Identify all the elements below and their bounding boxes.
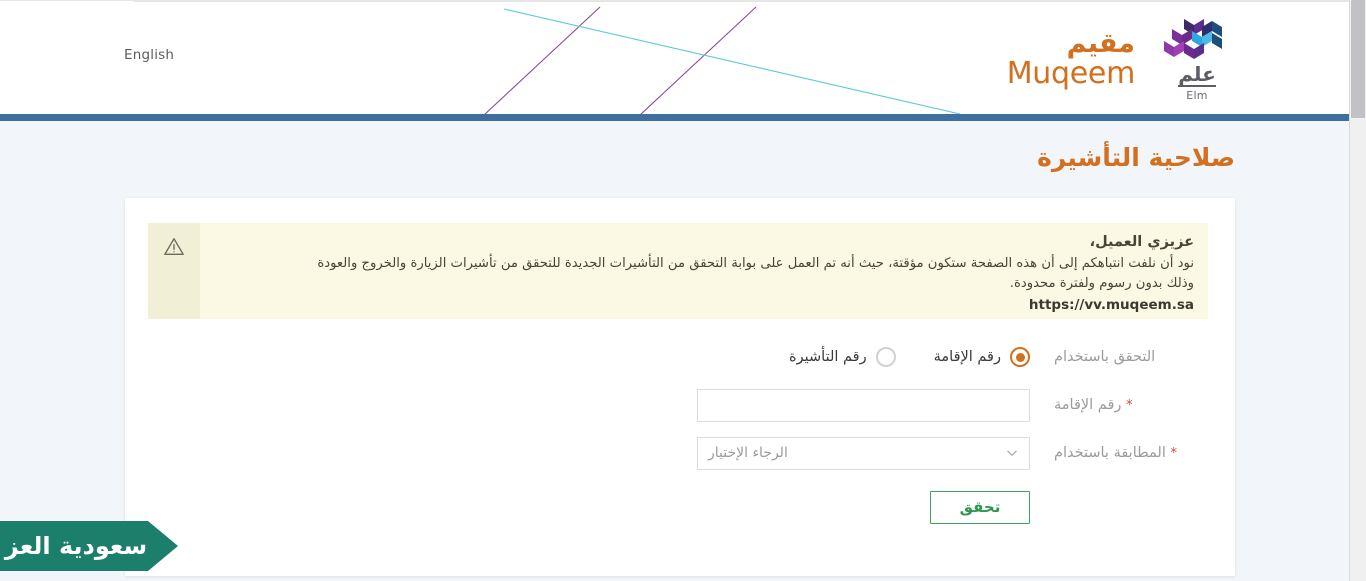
alert-portal-url[interactable]: https://vv.muqeem.sa	[214, 297, 1194, 313]
watermark-text: سعودية العز	[4, 532, 148, 560]
verify-by-radio-group: رقم الإقامة رقم التأشيرة	[697, 347, 1030, 367]
page-scrollbar[interactable]	[1349, 0, 1366, 581]
radio-label-iqama: رقم الإقامة	[933, 349, 1001, 365]
radio-option-iqama[interactable]: رقم الإقامة	[934, 347, 1030, 367]
match-by-select[interactable]: الرجاء الإختيار	[697, 436, 1030, 470]
match-by-label-text: المطابقة باستخدام	[1054, 445, 1166, 461]
browser-viewport: English مقيم Muqeem علم Elm صلاحية التأش…	[0, 0, 1366, 581]
elm-logo[interactable]: علم Elm	[1153, 17, 1241, 102]
verify-button[interactable]: تحقق	[930, 490, 1030, 524]
form-row-iqama-number: * رقم الإقامة	[125, 381, 1235, 429]
site-header: English مقيم Muqeem علم Elm	[0, 0, 1349, 114]
match-by-label: * المطابقة باستخدام	[1030, 445, 1235, 461]
visa-validity-card: عزيزي العميل، نود أن نلفت انتباهكم إلى أ…	[125, 198, 1235, 576]
iqama-required-asterisk: *	[1126, 398, 1133, 413]
page-scrollbar-thumb[interactable]	[1351, 0, 1365, 118]
muqeem-logo[interactable]: مقيم Muqeem	[1006, 28, 1136, 91]
match-by-required-asterisk: *	[1170, 446, 1177, 461]
match-by-selected-value: الرجاء الإختيار	[708, 445, 788, 461]
alert-line-2: وذلك بدون رسوم ولفترة محدودة.	[1009, 276, 1194, 292]
match-by-select-wrap: الرجاء الإختيار	[697, 436, 1030, 470]
chevron-down-icon	[1007, 450, 1017, 456]
muqeem-logo-arabic: مقيم	[1066, 28, 1135, 59]
page-title: صلاحية التأشيرة	[1037, 143, 1235, 172]
radio-indicator-iqama[interactable]	[1010, 347, 1030, 367]
radio-label-visa: رقم التأشيرة	[789, 349, 867, 365]
iqama-input-container	[697, 388, 1030, 422]
muqeem-logo-english: Muqeem	[1006, 56, 1136, 91]
radio-indicator-visa[interactable]	[875, 347, 896, 367]
elm-logo-english: Elm	[1186, 89, 1208, 102]
warning-triangle-icon	[164, 238, 184, 256]
iqama-number-input[interactable]	[697, 388, 1030, 422]
visa-validity-form: التحقق باستخدام رقم الإقامة رقم التأشيرة	[125, 333, 1235, 529]
form-row-match-by: * المطابقة باستخدام الرجاء الإختيار	[125, 429, 1235, 477]
form-row-submit: تحقق	[125, 477, 1235, 529]
alert-title: عزيزي العميل،	[1089, 234, 1194, 250]
alert-body: عزيزي العميل، نود أن نلفت انتباهكم إلى أ…	[200, 223, 1208, 319]
alert-icon-container	[148, 223, 200, 319]
iqama-number-label: * رقم الإقامة	[1030, 397, 1235, 413]
radio-option-visa[interactable]: رقم التأشيرة	[789, 347, 896, 367]
site-watermark-badge: سعودية العز	[0, 521, 178, 571]
submit-button-container: تحقق	[697, 490, 1030, 524]
language-switch-link[interactable]: English	[124, 47, 174, 63]
customer-notice-alert: عزيزي العميل، نود أن نلفت انتباهكم إلى أ…	[148, 223, 1208, 319]
match-by-select-container: الرجاء الإختيار	[697, 436, 1030, 470]
header-blue-bar	[0, 114, 1349, 121]
page-content: صلاحية التأشيرة عزيزي العميل، نود أن نلف…	[0, 121, 1349, 581]
verify-by-label: التحقق باستخدام	[1054, 349, 1156, 365]
iqama-label-text: رقم الإقامة	[1054, 397, 1122, 413]
form-row-verify-by: التحقق باستخدام رقم الإقامة رقم التأشيرة	[125, 333, 1235, 381]
header-top-rule	[134, 1, 1349, 2]
brand-logos: مقيم Muqeem علم Elm	[1007, 17, 1241, 102]
elm-cube-mark-icon	[1164, 19, 1222, 59]
alert-line-1: نود أن نلفت انتباهكم إلى أن هذه الصفحة س…	[317, 255, 1194, 271]
elm-logo-arabic: علم	[1178, 62, 1216, 87]
